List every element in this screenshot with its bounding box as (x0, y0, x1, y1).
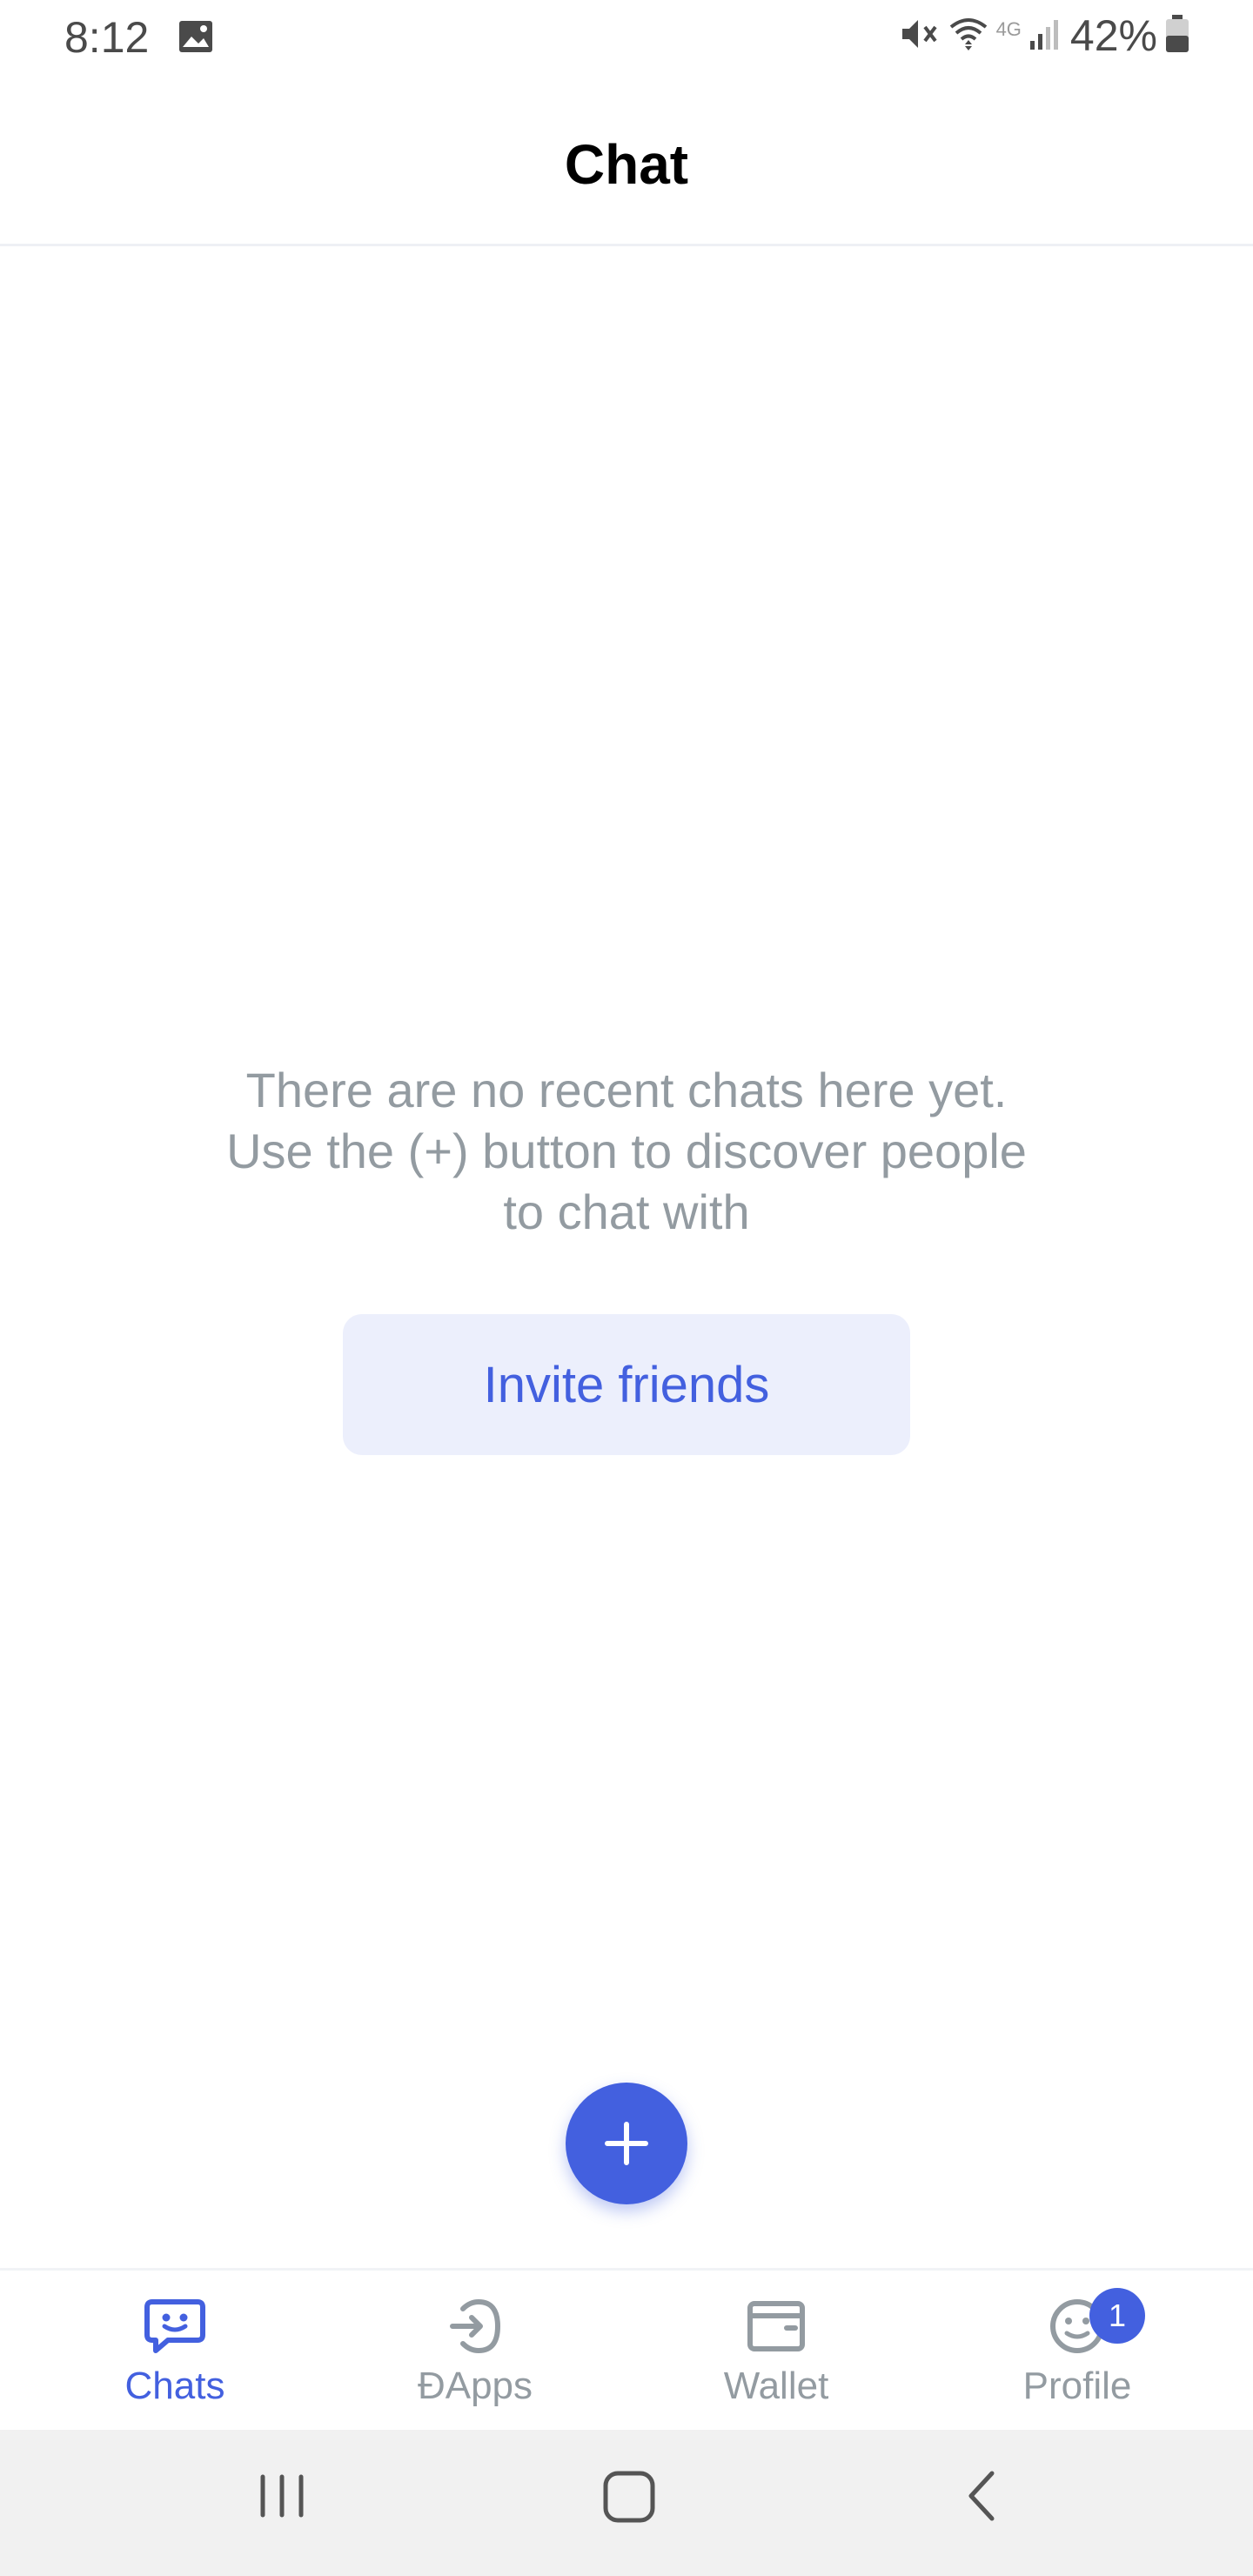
recent-apps-button[interactable] (254, 2465, 310, 2532)
plus-icon (605, 2122, 648, 2165)
chat-bubble-icon (144, 2299, 205, 2353)
gallery-icon (178, 19, 214, 58)
tab-dapps[interactable]: ÐApps (371, 2297, 580, 2408)
status-time: 8:12 (64, 13, 150, 62)
tab-label: Chats (124, 2365, 225, 2407)
tab-label: Wallet (723, 2365, 829, 2407)
empty-state-line: Use the (+) button to discover people (226, 1124, 1027, 1178)
home-button[interactable] (599, 2465, 661, 2532)
tab-label: Profile (1022, 2365, 1132, 2407)
recent-apps-icon (260, 2474, 304, 2518)
tab-wallet[interactable]: Wallet (672, 2297, 881, 2408)
tab-label: ÐApps (417, 2365, 533, 2407)
bottom-tab-bar: Chats ÐApps Wallet 1 Profile (0, 2268, 1253, 2432)
wifi-icon (948, 13, 989, 59)
tab-chats[interactable]: Chats (70, 2297, 279, 2408)
mute-icon (899, 15, 941, 57)
system-nav-bar (0, 2430, 1253, 2576)
notification-badge: 1 (1089, 2288, 1145, 2344)
page-title: Chat (564, 133, 689, 196)
tab-profile[interactable]: 1 Profile (973, 2288, 1182, 2408)
back-button[interactable] (957, 2465, 1009, 2532)
home-icon (603, 2471, 655, 2523)
app-header: Chat (0, 73, 1253, 246)
invite-friends-button[interactable]: Invite friends (343, 1314, 910, 1455)
empty-state-line: to chat with (503, 1184, 750, 1239)
empty-state-line: There are no recent chats here yet. (245, 1063, 1008, 1117)
status-icons: 4G 42% (899, 10, 1190, 61)
wallet-icon (747, 2301, 805, 2351)
dapps-icon (450, 2298, 501, 2354)
new-chat-fab[interactable] (566, 2083, 687, 2204)
back-icon (968, 2471, 995, 2521)
status-bar: 8:12 4G 42% (0, 0, 1253, 73)
signal-icon (1029, 17, 1063, 56)
battery-percentage: 42% (1069, 11, 1157, 60)
4g-icon: 4G (995, 18, 1022, 40)
battery-icon (1164, 14, 1190, 58)
empty-state-message: There are no recent chats here yet. Use … (104, 1060, 1149, 1243)
